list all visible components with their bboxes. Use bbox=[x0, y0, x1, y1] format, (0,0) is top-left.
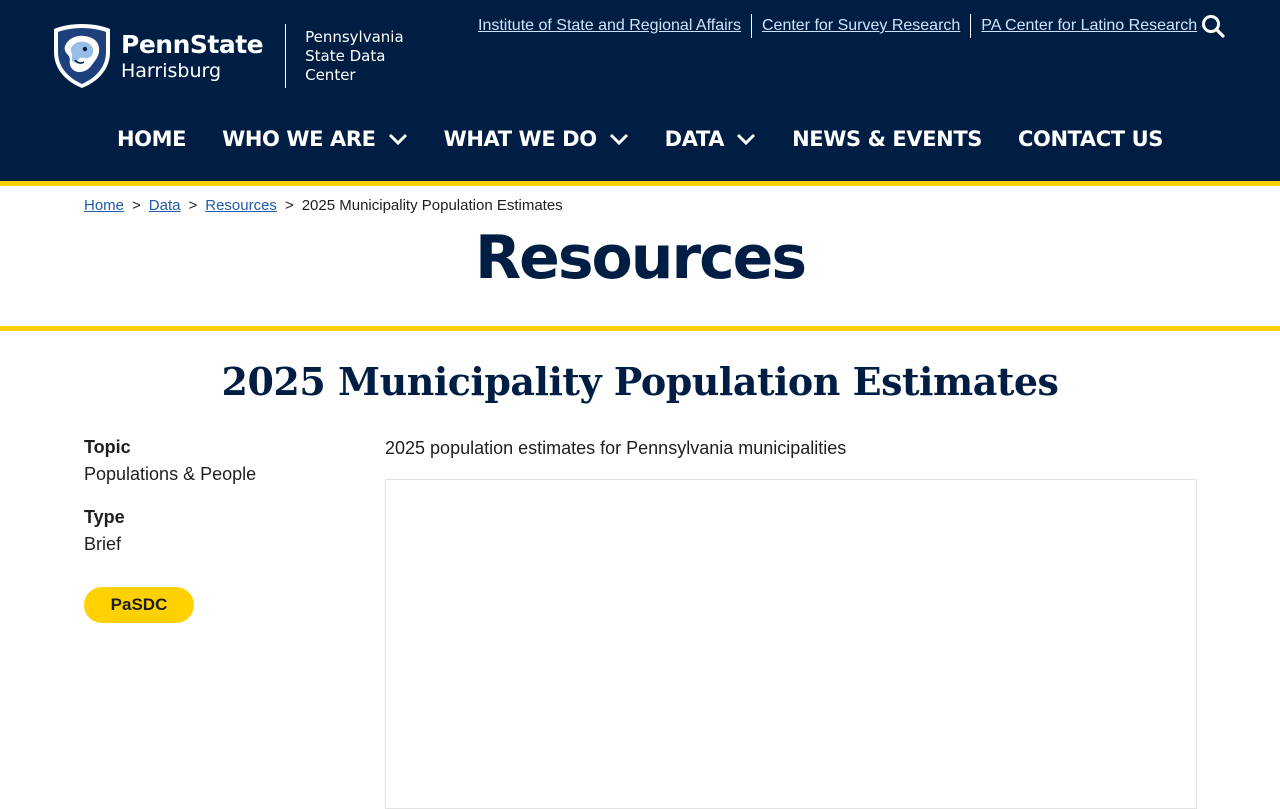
nav-item-data[interactable]: DATA bbox=[665, 127, 756, 151]
nav-item-label: WHO WE ARE bbox=[222, 127, 376, 151]
section-accent-bar bbox=[0, 326, 1280, 331]
toplink-center-survey-research[interactable]: Center for Survey Research bbox=[754, 14, 968, 38]
breadcrumb-separator: > bbox=[188, 197, 198, 214]
nav-item-label: HOME bbox=[116, 127, 187, 151]
resource-description: 2025 population estimates for Pennsylvan… bbox=[385, 438, 847, 458]
nav-item-home[interactable]: HOME bbox=[117, 127, 186, 151]
breadcrumb: Home > Data > Resources > 2025 Municipal… bbox=[84, 197, 563, 214]
pasdc-tag-button[interactable]: PaSDC bbox=[84, 587, 194, 623]
chevron-down-icon[interactable] bbox=[609, 132, 629, 146]
logo-campus: Harrisburg bbox=[121, 59, 222, 82]
chevron-down-icon[interactable] bbox=[388, 132, 408, 146]
logo-wordmark: PennState Harrisburg bbox=[121, 29, 264, 82]
toplink-pa-center-latino-research[interactable]: PA Center for Latino Research bbox=[973, 14, 1205, 38]
nav-item-label: DATA bbox=[664, 127, 725, 151]
type-label: Type bbox=[84, 507, 125, 527]
logo-unit-name: Pennsylvania State Data Center bbox=[305, 28, 431, 85]
page-title: 2025 Municipality Population Estimates bbox=[221, 359, 1059, 404]
nittany-lion-shield-icon bbox=[54, 24, 110, 88]
utility-links: Institute of State and Regional Affairs … bbox=[470, 14, 1205, 38]
nav-item-contact-us[interactable]: CONTACT US bbox=[1018, 127, 1163, 151]
site-header: PennState Harrisburg Pennsylvania State … bbox=[0, 0, 1280, 181]
nav-item-news-events[interactable]: NEWS & EVENTS bbox=[792, 127, 982, 151]
header-accent-bar bbox=[0, 181, 1280, 186]
breadcrumb-data-link[interactable]: Data bbox=[149, 197, 181, 214]
topic-value: Populations & People bbox=[84, 464, 257, 484]
logo-unit-line1: Pennsylvania bbox=[305, 27, 404, 46]
topic-label: Topic bbox=[84, 437, 131, 457]
nav-item-who-we-are[interactable]: WHO WE ARE bbox=[222, 127, 408, 151]
main-navigation: HOME WHO WE ARE WHAT WE DO DATA NEWS & E… bbox=[0, 118, 1280, 160]
breadcrumb-resources-link[interactable]: Resources bbox=[205, 197, 277, 214]
breadcrumb-separator: > bbox=[284, 197, 294, 214]
topic-block: Topic Populations & People bbox=[84, 436, 344, 485]
nav-item-what-we-do[interactable]: WHAT WE DO bbox=[444, 127, 629, 151]
section-title: Resources bbox=[474, 223, 807, 293]
document-embed-frame[interactable] bbox=[385, 479, 1197, 809]
toplink-divider bbox=[750, 14, 752, 38]
nav-item-label: NEWS & EVENTS bbox=[792, 127, 982, 151]
chevron-down-icon[interactable] bbox=[736, 132, 756, 146]
resource-metadata: Topic Populations & People Type Brief Pa… bbox=[84, 436, 344, 623]
toplink-divider bbox=[970, 14, 972, 38]
logo-unit-line2: State Data Center bbox=[305, 46, 386, 84]
toplink-institute-state-regional-affairs[interactable]: Institute of State and Regional Affairs bbox=[470, 14, 749, 38]
breadcrumb-separator: > bbox=[132, 197, 141, 214]
site-logo[interactable]: PennState Harrisburg Pennsylvania State … bbox=[51, 21, 431, 91]
logo-brand: PennState bbox=[121, 29, 264, 59]
logo-divider bbox=[285, 24, 287, 88]
type-block: Type Brief bbox=[84, 506, 344, 555]
nav-item-label: WHAT WE DO bbox=[443, 127, 598, 151]
breadcrumb-home-link[interactable]: Home bbox=[84, 197, 124, 214]
nav-item-label: CONTACT US bbox=[1018, 127, 1164, 151]
type-value: Brief bbox=[84, 534, 122, 554]
breadcrumb-current: 2025 Municipality Population Estimates bbox=[301, 197, 563, 214]
search-icon[interactable] bbox=[1201, 14, 1225, 38]
